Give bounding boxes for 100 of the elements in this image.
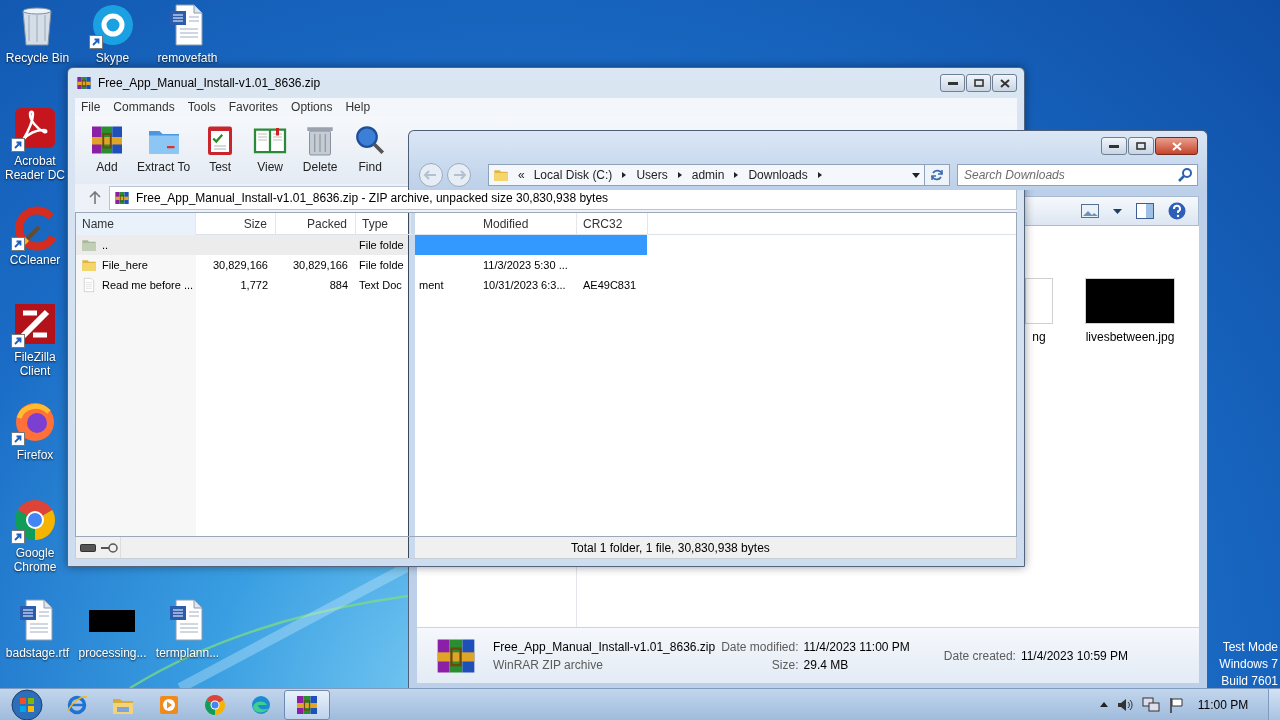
refresh-button[interactable] — [925, 164, 950, 186]
help-icon[interactable] — [1168, 202, 1186, 220]
chrome-icon — [203, 692, 227, 717]
toolbar-button[interactable]: Extract To — [133, 122, 195, 174]
table-cell-text: 1,772 — [239, 277, 269, 293]
menu-item[interactable]: Commands — [113, 100, 175, 114]
file-name: Read me before ... — [102, 277, 194, 293]
menu-item[interactable]: Favorites — [228, 100, 279, 114]
winrar-logo-icon — [114, 190, 130, 206]
refresh-icon — [930, 168, 944, 182]
column-header[interactable]: Name — [76, 213, 196, 235]
file-name: File_here — [102, 257, 148, 273]
folder-icon — [493, 167, 509, 183]
desktop-shortcut[interactable]: CCleaner — [9, 203, 61, 267]
field-value: 29.4 MB — [803, 657, 850, 672]
file-type: WinRAR ZIP archive — [493, 657, 604, 672]
caret-icon[interactable] — [1113, 208, 1122, 214]
clock[interactable]: 11:00 PM — [1192, 697, 1254, 712]
text-file-icon — [81, 277, 97, 293]
maximize-icon — [1136, 142, 1146, 150]
breadcrumb-overflow[interactable]: « — [518, 168, 525, 182]
desktop-shortcut[interactable]: Firefox — [11, 398, 59, 462]
maximize-icon — [973, 79, 984, 87]
window-title: Free_App_Manual_Install-v1.01_8636.zip — [98, 76, 322, 90]
preview-pane-icon[interactable] — [1136, 203, 1154, 219]
minimize-icon — [947, 81, 958, 85]
table-cell-text: AE49C831 — [582, 277, 638, 293]
key-icon — [100, 542, 118, 553]
search-field[interactable]: Search Downloads — [957, 164, 1198, 186]
minimize-icon — [1109, 144, 1119, 148]
desktop-shortcut[interactable]: FileZilla Client — [3, 300, 67, 378]
field-label: Date modified: — [721, 639, 799, 654]
caret-icon[interactable] — [1100, 702, 1108, 707]
file-name: .. — [102, 237, 109, 253]
winrar-logo-icon — [76, 75, 92, 91]
desktop-shortcut[interactable]: removefath — [157, 1, 218, 65]
toolbar-button[interactable]: Delete — [296, 122, 345, 174]
table-cell-text: File folde — [358, 257, 405, 273]
desktop-shortcut[interactable]: Skype — [88, 1, 137, 65]
speaker-icon[interactable] — [1117, 697, 1133, 712]
chevron-icon[interactable] — [621, 171, 628, 179]
field-value: 11/4/2023 11:00 PM — [803, 639, 910, 654]
table-cell-text: 11/3/2023 5:30 ... — [482, 257, 569, 273]
minimize-button[interactable] — [940, 74, 965, 92]
close-button[interactable] — [1155, 137, 1198, 155]
address-bar[interactable]: « Local Disk (C:) Users admin Downloads — [488, 164, 925, 186]
explorer-item[interactable]: livesbetween.jpg — [1075, 278, 1185, 344]
table-cell-text: 30,829,166 — [291, 257, 349, 273]
menu-item[interactable]: Options — [291, 100, 333, 114]
search-icon[interactable] — [1178, 168, 1192, 182]
desktop-shortcut[interactable]: Google Chrome — [3, 496, 67, 574]
flag-icon[interactable] — [1169, 696, 1183, 713]
chevron-icon[interactable] — [733, 171, 740, 179]
toolbar-button[interactable]: View — [246, 122, 295, 174]
desktop-shortcut[interactable]: Recycle Bin — [5, 1, 70, 65]
field-label: Size: — [771, 657, 799, 672]
picture-view-icon[interactable] — [1081, 204, 1099, 218]
file-row[interactable]: File_here 30,829,166 30,829,166 File folde 11/3/2023 5:30 ... — [76, 255, 647, 275]
table-cell-text: 10/31/2023 6:3... — [482, 277, 567, 293]
table-cell-text: File folde — [358, 237, 405, 253]
menu-item[interactable]: Tools — [187, 100, 216, 114]
maximize-button[interactable] — [1128, 137, 1154, 155]
minimize-button[interactable] — [1101, 137, 1127, 155]
chevron-icon[interactable] — [816, 171, 823, 179]
close-button[interactable] — [992, 74, 1017, 92]
start-button-icon[interactable] — [11, 688, 43, 720]
system-watermark-text: Windows 7 — [1219, 656, 1278, 673]
desktop-shortcut[interactable]: Acrobat Reader DC — [3, 104, 67, 182]
drive-icon — [80, 543, 96, 552]
system-watermark-text: Build 7601 — [1221, 673, 1278, 690]
field-label: Date created: — [943, 648, 1016, 663]
menu-item[interactable]: File — [81, 100, 101, 114]
breadcrumb-item[interactable]: Local Disk (C:) — [533, 168, 613, 182]
status-text: Total 1 folder, 1 file, 30,830,938 bytes — [571, 540, 770, 555]
table-cell-text: 884 — [328, 277, 349, 293]
folder-icon — [81, 257, 97, 273]
network-icon[interactable] — [1142, 696, 1160, 713]
toolbar-button[interactable]: Test — [196, 122, 245, 174]
system-watermark-text: Test Mode — [1222, 639, 1278, 656]
folder-icon — [81, 237, 97, 253]
close-icon — [1171, 141, 1182, 151]
breadcrumb-item[interactable]: Downloads — [748, 168, 808, 182]
table-cell-text: ment — [418, 277, 445, 293]
table-cell-text: 30,829,166 — [211, 257, 269, 273]
file-row[interactable]: Read me before ... 1,772 884 Text Doc ment 10/31/2023 6:3... AE49C831 — [76, 275, 647, 295]
breadcrumb-item[interactable]: Users — [636, 168, 668, 182]
menu-item[interactable]: Help — [345, 100, 371, 114]
taskbar-button[interactable] — [284, 689, 330, 720]
toolbar-button[interactable]: Add — [83, 122, 131, 174]
desktop-shortcut[interactable]: badstage.rtf — [5, 596, 70, 660]
up-arrow-icon[interactable] — [89, 191, 101, 205]
caret-icon[interactable] — [912, 172, 920, 178]
maximize-button[interactable] — [966, 74, 991, 92]
table-cell-text: Text Doc — [358, 277, 403, 293]
breadcrumb-item[interactable]: admin — [691, 168, 725, 182]
toolbar-button[interactable]: Find — [346, 122, 395, 174]
close-icon — [999, 78, 1010, 88]
file-row[interactable]: .. File folde — [76, 235, 647, 255]
chevron-icon[interactable] — [676, 171, 683, 179]
explorer-item[interactable]: ng — [1022, 278, 1056, 344]
